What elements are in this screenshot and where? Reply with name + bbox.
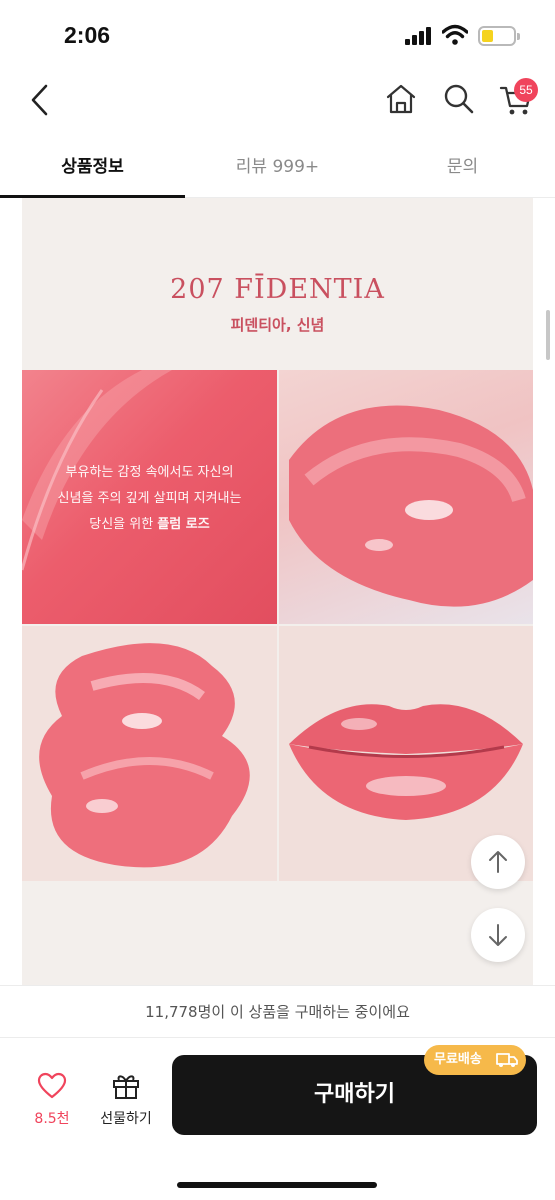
shade-subtitle: 피덴티아, 신념 [230, 316, 325, 334]
lipstick-bullet-image [279, 370, 533, 624]
tab-product-info[interactable]: 상품정보 [0, 152, 185, 177]
tab-inquiry[interactable]: 문의 [370, 152, 555, 177]
product-tabs: 상품정보 리뷰 999+ 문의 [0, 132, 555, 198]
copy-line-2: 신념을 주의 깊게 살피며 지켜내는 [57, 491, 242, 506]
free-shipping-label: 무료배송 [434, 1052, 482, 1067]
product-detail-image: 207 FĪDENTIA 피덴티아, 신념 부유하는 감정 속에서도 자신의 신… [22, 198, 533, 985]
like-button[interactable]: 8.5천 [30, 1072, 74, 1128]
status-bar: 2:06 [0, 0, 555, 70]
texture-swatch-image: 부유하는 감정 속에서도 자신의 신념을 주의 깊게 살피며 지켜내는 당신을 … [22, 370, 277, 624]
purchase-activity-notice: 11,778명이 이 상품을 구매하는 중이에요 [0, 985, 555, 1037]
battery-icon [478, 26, 520, 46]
scroll-up-button[interactable] [471, 835, 525, 889]
tab-reviews[interactable]: 리뷰 999+ [185, 152, 370, 177]
gift-label: 선물하기 [100, 1111, 152, 1127]
signal-icon [405, 27, 435, 45]
gift-icon [113, 1075, 139, 1099]
heart-icon [37, 1072, 67, 1099]
search-icon[interactable] [442, 82, 476, 116]
cart-count-badge: 55 [514, 78, 538, 102]
shade-title: 207 FĪDENTIA [170, 274, 385, 305]
free-shipping-badge: 무료배송 [424, 1045, 526, 1075]
copy-line-1: 부유하는 감정 속에서도 자신의 [65, 465, 234, 480]
top-navigation [0, 70, 555, 132]
wifi-icon [442, 24, 468, 45]
copy-highlight: 플럼 로즈 [157, 517, 210, 532]
scroll-down-button[interactable] [471, 908, 525, 962]
home-indicator [177, 1182, 377, 1188]
chevron-left-icon[interactable] [24, 80, 56, 120]
truck-icon [496, 1053, 518, 1067]
status-time: 2:06 [64, 22, 111, 48]
gift-button[interactable]: 선물하기 [94, 1072, 158, 1128]
product-copy: 부유하는 감정 속에서도 자신의 신념을 주의 깊게 살피며 지켜내는 당신을 … [22, 460, 277, 538]
copy-line-3: 당신을 위한 플럼 로즈 [89, 517, 210, 532]
like-count: 8.5천 [34, 1111, 70, 1127]
scrollbar[interactable] [546, 310, 550, 360]
home-icon[interactable] [384, 82, 418, 116]
texture-blob-image [22, 626, 277, 881]
arrow-down-icon [489, 924, 507, 946]
arrow-up-icon [489, 851, 507, 873]
